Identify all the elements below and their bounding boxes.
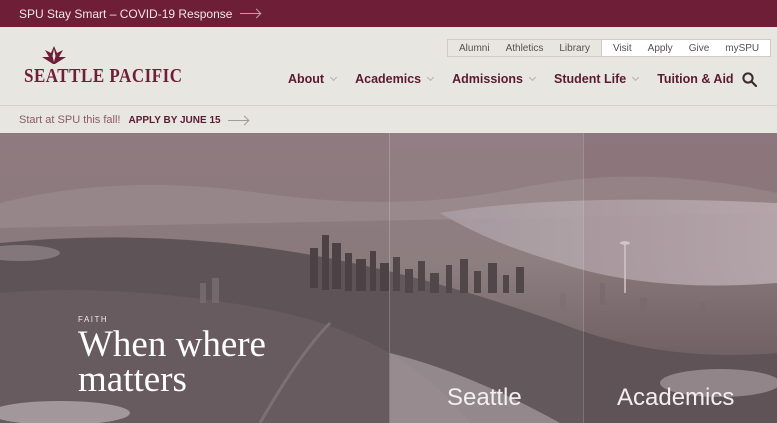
hero-panel-academics[interactable] [583,133,777,423]
nav-label: Admissions [452,72,523,86]
search-icon[interactable] [742,72,757,87]
nav-label: Student Life [553,72,627,86]
util-link-give[interactable]: Give [681,43,718,54]
nav-item-admissions[interactable]: Admissions [452,72,537,86]
main-nav: About Academics Admissions Student Life … [288,72,734,86]
nav-label: Academics [355,72,422,86]
utility-nav-primary: Visit Apply Give mySPU [601,39,772,57]
utility-nav: Alumni Athletics Library Visit Apply Giv… [447,39,772,57]
util-link-athletics[interactable]: Athletics [498,43,552,54]
nav-item-tuition-aid[interactable]: Tuition & Aid [657,72,733,86]
utility-nav-secondary: Alumni Athletics Library [447,39,602,57]
hero-eyebrow: FAITH [78,315,109,324]
hero-headline: When where matters [78,324,266,400]
nav-item-academics[interactable]: Academics [355,72,435,86]
hero-panel-seattle[interactable] [389,133,583,423]
hero-section: FAITH When where matters Seattle Academi… [0,133,777,423]
site-logo[interactable]: SEATTLE PACIFIC [24,45,182,89]
chevron-down-icon [330,73,338,82]
arrow-right-icon [240,13,261,14]
nav-label: Tuition & Aid [657,72,734,86]
util-link-library[interactable]: Library [551,43,598,54]
arrow-right-icon [227,119,248,121]
nav-item-about[interactable]: About [288,72,338,86]
site-header: SEATTLE PACIFIC Alumni Athletics Library… [0,27,777,106]
apply-promo-bar[interactable]: Start at SPU this fall! APPLY BY JUNE 15 [0,107,777,133]
panel-label-seattle: Seattle [447,384,522,411]
covid-alert-link[interactable]: SPU Stay Smart – COVID-19 Response [19,7,232,21]
logo-wordmark: SEATTLE PACIFIC [24,64,183,87]
covid-alert-bar[interactable]: SPU Stay Smart – COVID-19 Response [0,0,777,27]
util-link-visit[interactable]: Visit [605,43,640,54]
panel-label-academics: Academics [617,384,735,411]
nav-item-student-life[interactable]: Student Life [553,72,640,86]
promo-text: Start at SPU this fall! [19,114,121,126]
nav-label: About [288,72,325,86]
util-link-apply[interactable]: Apply [640,43,681,54]
apply-deadline-link[interactable]: APPLY BY JUNE 15 [128,115,220,126]
flame-logo-icon [42,46,66,64]
chevron-down-icon [632,73,640,82]
util-link-myspu[interactable]: mySPU [717,43,767,54]
chevron-down-icon [528,73,537,82]
chevron-down-icon [427,73,435,82]
util-link-alumni[interactable]: Alumni [451,43,498,54]
